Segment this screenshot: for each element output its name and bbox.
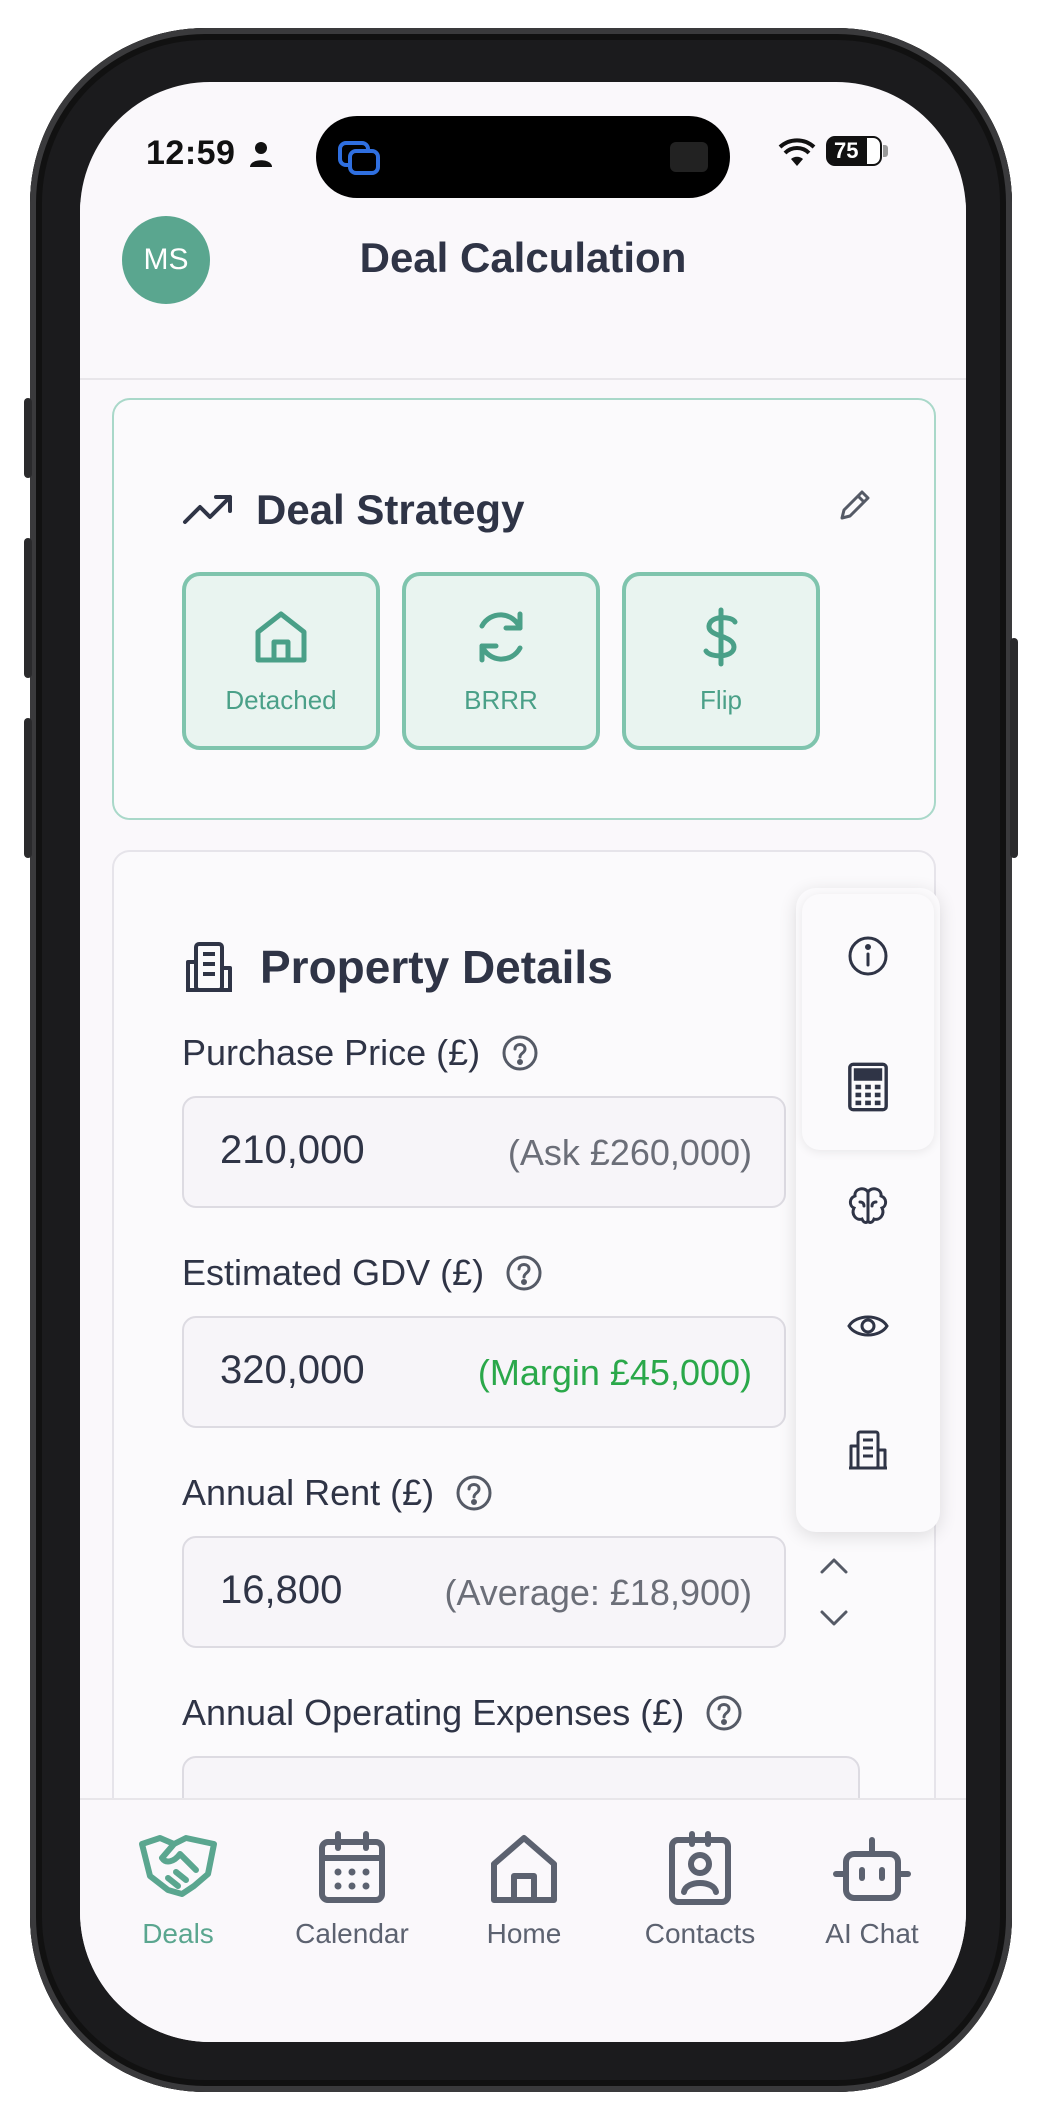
tab-label: Contacts: [644, 1918, 756, 1949]
annual-rent-value: 16,800: [220, 1568, 343, 1612]
battery-level: 75: [834, 138, 859, 163]
asking-price-hint: (Ask £260,000): [507, 1132, 752, 1173]
refresh-icon: [479, 611, 523, 663]
apple-tv-icon: [670, 142, 708, 172]
gdv-input[interactable]: 320,000 (Margin £45,000): [182, 1316, 786, 1428]
rent-stepper[interactable]: [814, 1542, 854, 1642]
status-time: 12:59: [146, 134, 236, 172]
calendar-icon: [319, 1831, 385, 1903]
power-button: [1010, 638, 1018, 858]
tab-calendar[interactable]: Calendar: [272, 1830, 432, 1970]
screen-mirror-icon: [338, 141, 380, 175]
calculator-icon[interactable]: [843, 1060, 893, 1114]
tab-label: Home: [486, 1918, 562, 1949]
strategy-option-label: Detached: [225, 685, 337, 715]
quick-tools-panel: [796, 888, 940, 1532]
volume-up-button: [24, 538, 32, 678]
volume-down-button: [24, 718, 32, 858]
scroll-content[interactable]: Deal Strategy Detached BRRR Flip Propert…: [80, 380, 966, 1798]
help-icon[interactable]: [500, 1033, 540, 1073]
info-icon[interactable]: [846, 934, 890, 978]
dollar-icon: [703, 607, 738, 667]
action-button: [24, 398, 32, 478]
gdv-label-text: Estimated GDV (£): [182, 1252, 485, 1293]
annual-rent-label: Annual Rent (£): [182, 1472, 494, 1514]
tab-label: Calendar: [295, 1918, 409, 1949]
handshake-icon: [139, 1835, 217, 1897]
annual-rent-label-text: Annual Rent (£): [182, 1472, 435, 1513]
purchase-price-label-text: Purchase Price (£): [182, 1032, 481, 1073]
contacts-icon: [669, 1831, 731, 1905]
operating-expenses-input[interactable]: [182, 1756, 860, 1798]
margin-hint: (Margin £45,000): [477, 1352, 752, 1393]
house-icon: [255, 611, 307, 663]
bottom-tab-bar: Deals Calendar Home Contacts AI Chat: [80, 1798, 966, 2042]
deal-strategy-card: Deal Strategy Detached BRRR Flip: [112, 398, 936, 820]
dynamic-island: [316, 116, 730, 198]
tab-label: Deals: [142, 1918, 214, 1949]
tab-label: AI Chat: [825, 1918, 919, 1949]
tab-home[interactable]: Home: [444, 1830, 604, 1970]
strategy-option-brrr[interactable]: BRRR: [402, 572, 600, 750]
annual-rent-input[interactable]: 16,800 (Average: £18,900): [182, 1536, 786, 1648]
strategy-option-label: Flip: [700, 685, 742, 715]
battery-indicator: 75: [826, 136, 882, 166]
deal-strategy-title: Deal Strategy: [256, 486, 525, 533]
home-icon: [491, 1835, 557, 1903]
help-icon[interactable]: [454, 1473, 494, 1513]
eye-icon[interactable]: [846, 1304, 890, 1348]
purchase-price-input[interactable]: 210,000 (Ask £260,000): [182, 1096, 786, 1208]
purchase-price-value: 210,000: [220, 1128, 365, 1172]
strategy-option-label: BRRR: [464, 685, 538, 715]
status-bar: 12:59 75: [80, 82, 966, 202]
average-rent-hint: (Average: £18,900): [444, 1572, 752, 1613]
building-icon[interactable]: [846, 1428, 890, 1472]
operating-expenses-label-text: Annual Operating Expenses (£): [182, 1692, 685, 1733]
property-details-header: Property Details: [182, 932, 613, 1002]
trending-up-icon: [183, 495, 232, 524]
brain-icon[interactable]: [846, 1184, 890, 1228]
battery-cap: [883, 145, 888, 157]
strategy-options: Detached BRRR Flip: [182, 572, 820, 750]
gdv-label: Estimated GDV (£): [182, 1252, 544, 1294]
app-screen: 12:59 75 MS Deal Calculation Deal Strate…: [80, 82, 966, 2042]
tab-deals[interactable]: Deals: [98, 1830, 258, 1970]
property-details-title: Property Details: [260, 941, 613, 993]
tab-ai-chat[interactable]: AI Chat: [792, 1830, 952, 1970]
app-header: [80, 202, 966, 380]
gdv-value: 320,000: [220, 1348, 365, 1392]
strategy-option-detached[interactable]: Detached: [182, 572, 380, 750]
robot-icon: [833, 1837, 911, 1901]
page-title: Deal Calculation: [359, 234, 687, 281]
help-icon[interactable]: [704, 1693, 744, 1733]
purchase-price-label: Purchase Price (£): [182, 1032, 540, 1074]
strategy-option-flip[interactable]: Flip: [622, 572, 820, 750]
deal-strategy-header: Deal Strategy: [182, 480, 524, 540]
help-icon[interactable]: [504, 1253, 544, 1293]
pencil-icon[interactable]: [834, 486, 874, 526]
tab-contacts[interactable]: Contacts: [620, 1830, 780, 1970]
person-icon: [250, 142, 272, 167]
wifi-icon: [778, 138, 816, 166]
building-icon: [186, 942, 232, 992]
operating-expenses-label: Annual Operating Expenses (£): [182, 1692, 744, 1734]
